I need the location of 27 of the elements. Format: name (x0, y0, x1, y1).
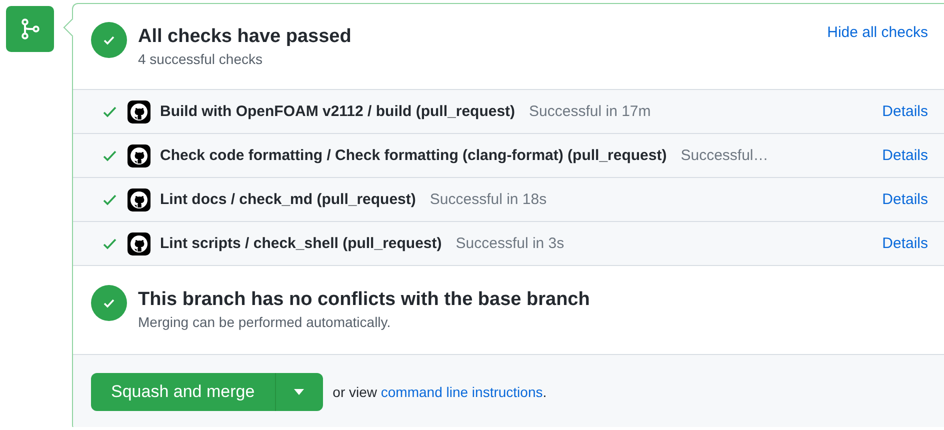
caret-icon (294, 389, 304, 395)
details-link[interactable]: Details (882, 147, 928, 164)
conflicts-subtitle: Merging can be performed automatically. (138, 313, 392, 332)
details-link[interactable]: Details (882, 103, 928, 120)
details-link[interactable]: Details (882, 191, 928, 208)
octocat-icon (127, 188, 151, 212)
check-status: Successful in 17m (529, 103, 652, 120)
check-status: Successful in 18s (430, 191, 548, 208)
check-name: Lint scripts / check_shell (pull_request) (160, 235, 442, 252)
check-name: Check code formatting / Check formatting (clang-format) (pull_request) (160, 147, 667, 164)
octocat-icon (127, 144, 151, 168)
octocat-icon (127, 232, 151, 256)
squash-merge-button[interactable]: Squash and merge (91, 373, 275, 411)
branch-icon (6, 6, 54, 52)
check-name: Build with OpenFOAM v2112 / build (pull_request) (160, 103, 516, 120)
status-title: All checks have passed (138, 25, 352, 49)
check-status: Successful in 3s (456, 235, 566, 252)
status-subtitle: 4 successful checks (138, 50, 264, 69)
check-status: Successful… (680, 147, 770, 164)
details-link[interactable]: Details (882, 235, 928, 252)
hide-checks-link[interactable]: Hide all checks (827, 24, 928, 41)
conflicts-title: This branch has no conflicts with the base branch (138, 288, 591, 312)
check-name: Lint docs / check_md (pull_request) (160, 191, 416, 208)
cli-note: or view command line instructions. (332, 384, 547, 400)
octocat-icon (127, 100, 151, 124)
command-line-link[interactable]: command line instructions (380, 384, 543, 400)
merge-options-button[interactable] (274, 373, 323, 411)
